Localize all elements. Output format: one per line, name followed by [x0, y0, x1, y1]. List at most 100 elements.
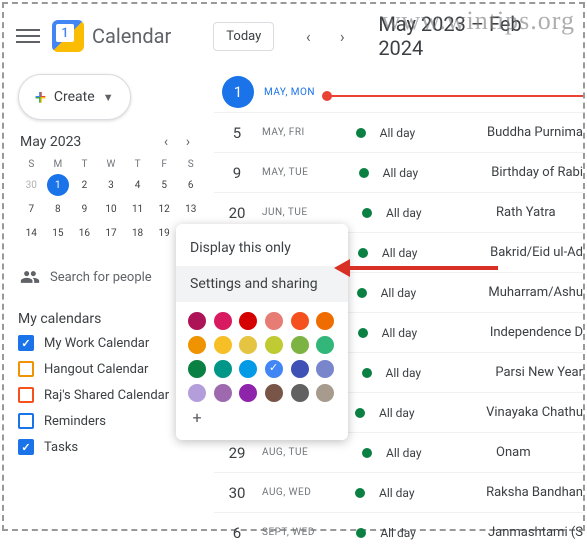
mini-day[interactable]: 16: [73, 222, 95, 244]
event-title: Raksha Bandhan: [486, 485, 583, 500]
event-allday: All day: [382, 246, 430, 260]
event-allday: All day: [386, 446, 436, 460]
color-swatch[interactable]: [316, 384, 334, 402]
mini-day[interactable]: 15: [47, 222, 69, 244]
mini-day[interactable]: 10: [100, 198, 122, 220]
schedule-day-number: 5: [222, 124, 252, 142]
mini-day[interactable]: 9: [73, 198, 95, 220]
color-swatch[interactable]: [239, 312, 257, 330]
mini-next-button[interactable]: ›: [178, 134, 198, 150]
calendar-checkbox[interactable]: [18, 387, 34, 403]
menu-display-only[interactable]: Display this only: [176, 230, 348, 266]
next-period-button[interactable]: ›: [328, 22, 356, 50]
mini-day[interactable]: 11: [127, 198, 149, 220]
mini-dow: W: [98, 156, 125, 173]
color-palette: +: [176, 302, 348, 430]
calendar-item[interactable]: Tasks: [18, 439, 204, 455]
schedule-day-number: 9: [222, 164, 252, 182]
mini-day[interactable]: 8: [47, 198, 69, 220]
mini-day[interactable]: 14: [20, 222, 42, 244]
color-swatch[interactable]: [316, 360, 334, 378]
calendar-checkbox[interactable]: [18, 361, 34, 377]
mini-day[interactable]: 3: [100, 174, 122, 196]
event-allday: All day: [383, 166, 432, 180]
event-title: Bakrid/Eid ul-Ad: [490, 245, 583, 260]
calendar-checkbox[interactable]: [18, 413, 34, 429]
mini-day[interactable]: 2: [73, 174, 95, 196]
create-label: Create: [54, 89, 95, 105]
color-swatch[interactable]: [188, 312, 206, 330]
color-swatch[interactable]: [188, 384, 206, 402]
mini-day[interactable]: 1: [47, 174, 69, 196]
color-swatch[interactable]: [265, 360, 283, 378]
color-swatch[interactable]: [214, 312, 232, 330]
color-swatch[interactable]: [214, 336, 232, 354]
app-logo[interactable]: Calendar: [52, 20, 171, 52]
event-title: Buddha Purnima: [487, 125, 583, 140]
calendar-label: Raj's Shared Calendar: [44, 388, 169, 403]
schedule-day-text: MAY, TUE: [262, 167, 308, 178]
schedule-day-text: AUG, TUE: [262, 447, 308, 458]
color-swatch[interactable]: [188, 360, 206, 378]
schedule-row[interactable]: 9 MAY, TUE All day Birthday of Rabi: [214, 152, 583, 192]
event-title: Birthday of Rabi: [491, 165, 583, 180]
mini-day[interactable]: 13: [180, 198, 202, 220]
color-swatch[interactable]: [265, 336, 283, 354]
event-allday: All day: [380, 126, 427, 140]
mini-day[interactable]: 5: [153, 174, 175, 196]
mini-day[interactable]: 18: [127, 222, 149, 244]
calendar-label: Tasks: [44, 440, 78, 455]
event-dot: [362, 208, 372, 218]
schedule-row[interactable]: 5MAY, FRIAll dayBuddha Purnima: [214, 112, 583, 152]
color-swatch[interactable]: [239, 336, 257, 354]
color-swatch[interactable]: [214, 360, 232, 378]
event-allday: All day: [386, 366, 436, 380]
color-swatch[interactable]: [291, 336, 309, 354]
mini-day[interactable]: 6: [180, 174, 202, 196]
event-dot: [362, 368, 372, 378]
mini-dow: S: [177, 156, 204, 173]
search-people-label: Search for people: [50, 270, 152, 285]
menu-icon[interactable]: [16, 24, 40, 48]
add-color-button[interactable]: +: [188, 408, 206, 426]
schedule-day-number: 29: [222, 444, 252, 462]
schedule-row[interactable]: 6SEPT, WEDAll dayJanmashtami (S: [214, 512, 583, 552]
event-dot: [355, 488, 365, 498]
schedule-day-number: 30: [222, 484, 252, 502]
watermark-text: www.wintips.org: [382, 6, 575, 36]
schedule-day-number: 20: [222, 204, 252, 222]
mini-day[interactable]: 19: [153, 222, 175, 244]
color-swatch[interactable]: [291, 384, 309, 402]
event-dot: [358, 328, 368, 338]
color-swatch[interactable]: [265, 384, 283, 402]
color-swatch[interactable]: [239, 360, 257, 378]
mini-day[interactable]: 7: [20, 198, 42, 220]
color-swatch[interactable]: [239, 384, 257, 402]
color-swatch[interactable]: [291, 360, 309, 378]
today-button[interactable]: Today: [213, 22, 274, 51]
mini-dow: T: [124, 156, 151, 173]
now-indicator-dot: [322, 91, 332, 101]
mini-prev-button[interactable]: ‹: [156, 134, 176, 150]
prev-period-button[interactable]: ‹: [294, 22, 322, 50]
mini-day[interactable]: 17: [100, 222, 122, 244]
event-title: Independence D: [490, 325, 583, 340]
calendar-checkbox[interactable]: [18, 439, 34, 455]
schedule-row[interactable]: 1MAY, MON: [214, 72, 583, 112]
color-swatch[interactable]: [265, 312, 283, 330]
color-swatch[interactable]: [291, 312, 309, 330]
now-indicator-line: [327, 95, 583, 97]
schedule-day-text: JUN, TUE: [262, 207, 308, 218]
calendar-checkbox[interactable]: [18, 335, 34, 351]
color-swatch[interactable]: [316, 336, 334, 354]
menu-settings-sharing[interactable]: Settings and sharing: [176, 266, 348, 302]
color-swatch[interactable]: [316, 312, 334, 330]
mini-day[interactable]: 12: [153, 198, 175, 220]
plus-icon: +: [35, 85, 46, 109]
create-button[interactable]: + Create ▼: [18, 74, 131, 120]
schedule-row[interactable]: 30AUG, WEDAll dayRaksha Bandhan: [214, 472, 583, 512]
color-swatch[interactable]: [214, 384, 232, 402]
mini-day[interactable]: 30: [20, 174, 42, 196]
mini-day[interactable]: 4: [127, 174, 149, 196]
color-swatch[interactable]: [188, 336, 206, 354]
